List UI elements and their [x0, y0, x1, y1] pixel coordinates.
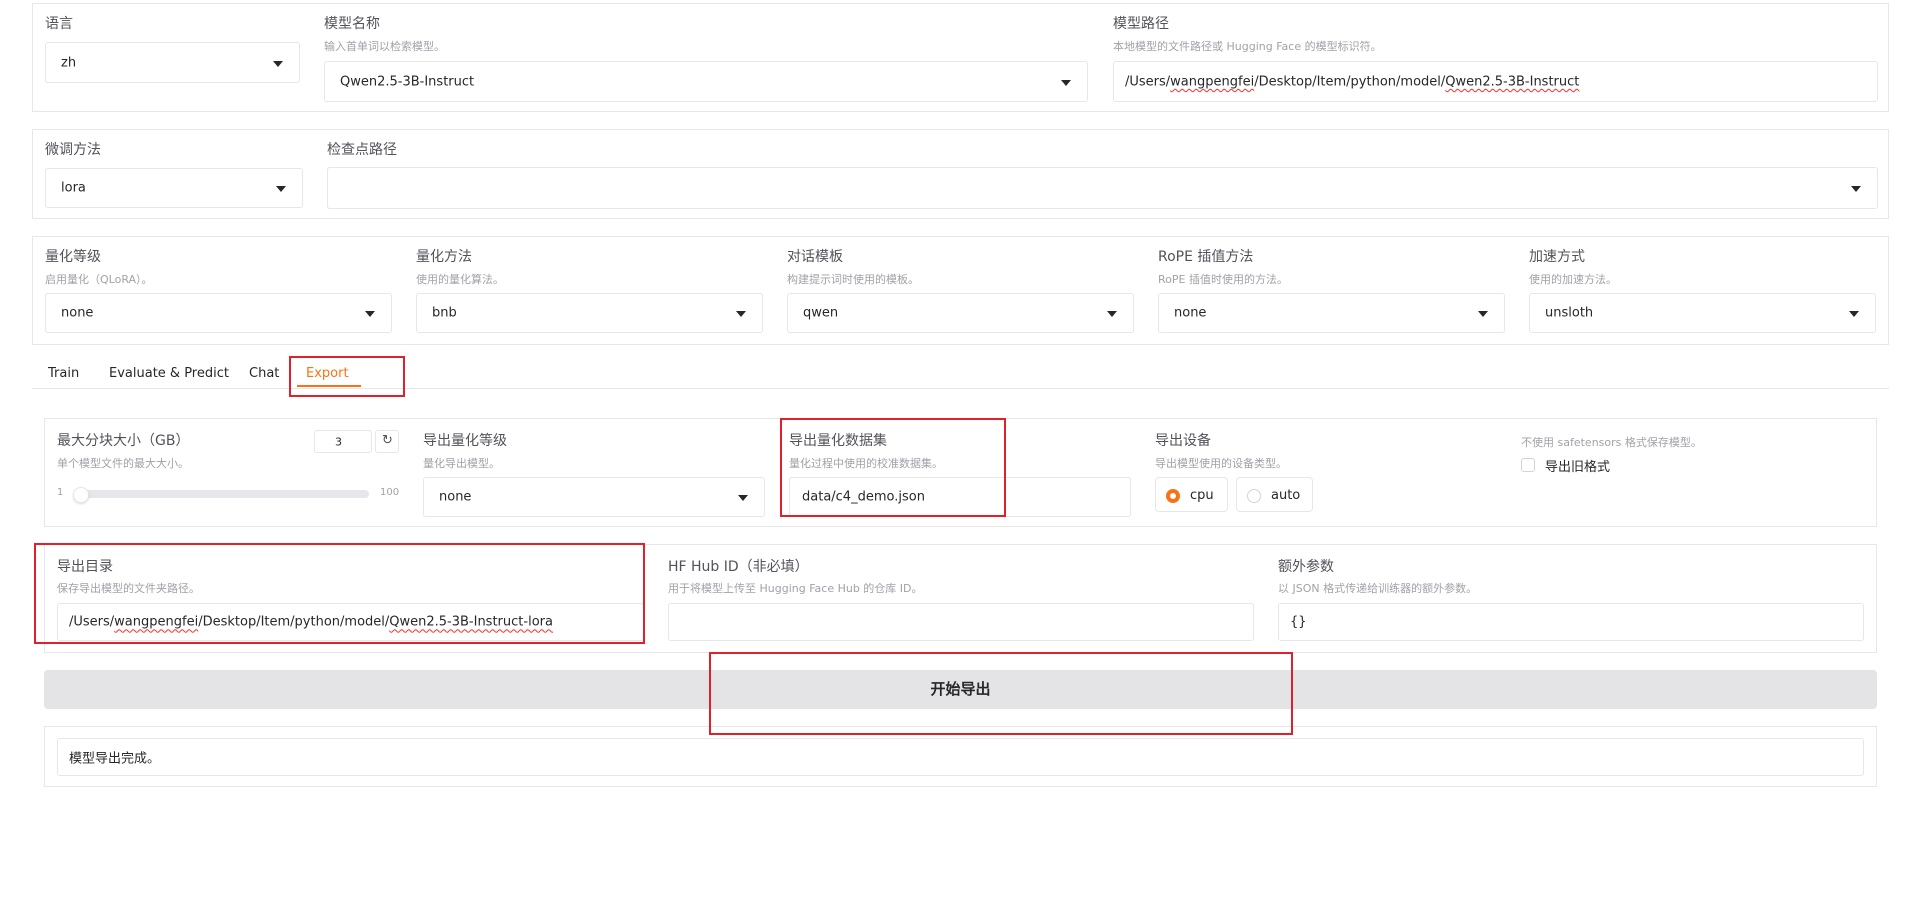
booster-dropdown[interactable]: unsloth — [1529, 293, 1876, 333]
export-legacy-checkbox[interactable] — [1521, 458, 1535, 472]
hub-id-input[interactable] — [668, 603, 1254, 641]
language-dropdown[interactable]: zh — [45, 42, 300, 83]
quant-method-info: 使用的量化算法。 — [416, 273, 504, 286]
export-dir-input[interactable]: /Users/wangpengfei/Desktop/Item/python/m… — [57, 603, 644, 641]
chevron-down-icon — [738, 495, 748, 501]
export-quant-dataset-label: 导出量化数据集 — [789, 433, 887, 449]
template-label: 对话模板 — [787, 249, 843, 265]
rope-dropdown[interactable]: none — [1158, 293, 1505, 333]
quant-bit-label: 量化等级 — [45, 249, 101, 265]
model-path-input[interactable]: /Users/wangpengfei/Desktop/Item/python/m… — [1113, 61, 1878, 102]
tab-bar-divider — [32, 388, 1889, 389]
shard-size-reset-button[interactable]: ↻ — [375, 430, 399, 453]
chevron-down-icon — [1478, 311, 1488, 317]
shard-size-value: 3 — [335, 435, 342, 448]
reset-icon: ↻ — [382, 433, 393, 448]
extra-args-label: 额外参数 — [1278, 559, 1334, 575]
extra-args-input[interactable]: {} — [1278, 603, 1864, 641]
shard-size-info: 单个模型文件的最大大小。 — [57, 457, 189, 470]
device-auto-label: auto — [1271, 488, 1301, 503]
export-quant-dataset-value: data/c4_demo.json — [802, 489, 925, 505]
tab-train[interactable]: Train — [48, 366, 79, 381]
shard-size-max: 100 — [380, 487, 400, 498]
quant-bit-dropdown[interactable]: none — [45, 293, 392, 333]
model-name-label: 模型名称 — [324, 16, 380, 32]
booster-value: unsloth — [1545, 305, 1594, 321]
device-option-auto[interactable]: auto — [1236, 477, 1313, 512]
quant-method-dropdown[interactable]: bnb — [416, 293, 763, 333]
chevron-down-icon — [276, 186, 286, 192]
hub-id-info: 用于将模型上传至 Hugging Face Hub 的仓库 ID。 — [668, 582, 923, 595]
output-textbox[interactable]: 模型导出完成。 — [57, 738, 1864, 776]
export-quant-bit-dropdown[interactable]: none — [423, 477, 765, 517]
model-name-info: 输入首单词以检索模型。 — [324, 40, 445, 53]
finetune-method-value: lora — [61, 180, 86, 196]
finetune-method-dropdown[interactable]: lora — [45, 168, 303, 208]
hub-id-label: HF Hub ID（非必填） — [668, 559, 809, 575]
model-path-label: 模型路径 — [1113, 16, 1169, 32]
language-label: 语言 — [45, 16, 73, 32]
tab-export[interactable]: Export — [306, 366, 349, 381]
radio-unselected-icon — [1247, 489, 1261, 503]
chevron-down-icon — [1107, 311, 1117, 317]
export-dir-value: /Users/wangpengfei/Desktop/Item/python/m… — [69, 614, 553, 630]
export-quant-bit-info: 量化导出模型。 — [423, 457, 500, 470]
export-quant-bit-label: 导出量化等级 — [423, 433, 507, 449]
checkpoint-label: 检查点路径 — [327, 142, 397, 158]
extra-args-info: 以 JSON 格式传递给训练器的额外参数。 — [1278, 582, 1478, 595]
quant-bit-info: 启用量化（QLoRA）。 — [45, 273, 153, 286]
shard-size-min: 1 — [57, 487, 64, 498]
shard-size-slider-track[interactable] — [74, 490, 369, 498]
quant-method-label: 量化方法 — [416, 249, 472, 265]
extra-args-value: {} — [1290, 614, 1307, 630]
chevron-down-icon — [1849, 311, 1859, 317]
export-dir-info: 保存导出模型的文件夹路径。 — [57, 582, 200, 595]
export-device-info: 导出模型使用的设备类型。 — [1155, 457, 1287, 470]
active-tab-underline — [297, 385, 361, 387]
quant-bit-value: none — [61, 305, 94, 321]
chevron-down-icon — [1061, 79, 1071, 86]
model-name-dropdown[interactable]: Qwen2.5-3B-Instruct — [324, 61, 1088, 102]
quant-method-value: bnb — [432, 305, 457, 321]
export-quant-dataset-info: 量化过程中使用的校准数据集。 — [789, 457, 943, 470]
template-value: qwen — [803, 305, 839, 321]
rope-info: RoPE 插值时使用的方法。 — [1158, 273, 1288, 286]
model-path-value: /Users/wangpengfei/Desktop/Item/python/m… — [1125, 74, 1580, 89]
output-value: 模型导出完成。 — [69, 751, 161, 767]
rope-value: none — [1174, 305, 1207, 321]
shard-size-label: 最大分块大小（GB） — [57, 433, 190, 449]
chevron-down-icon — [1851, 186, 1861, 192]
booster-label: 加速方式 — [1529, 249, 1585, 265]
finetune-method-label: 微调方法 — [45, 142, 101, 158]
checkpoint-dropdown[interactable] — [327, 167, 1878, 209]
shard-size-number-input[interactable]: 3 — [314, 430, 372, 453]
chevron-down-icon — [273, 60, 283, 67]
export-device-label: 导出设备 — [1155, 433, 1211, 449]
shard-size-slider-thumb[interactable] — [73, 487, 89, 503]
booster-info: 使用的加速方法。 — [1529, 273, 1617, 286]
chevron-down-icon — [736, 311, 746, 317]
start-export-button[interactable] — [44, 670, 1877, 709]
chevron-down-icon — [365, 311, 375, 317]
tab-chat[interactable]: Chat — [249, 366, 279, 381]
tab-evaluate-predict[interactable]: Evaluate & Predict — [109, 366, 229, 381]
rope-label: RoPE 插值方法 — [1158, 249, 1254, 265]
export-quant-dataset-input[interactable]: data/c4_demo.json — [789, 477, 1131, 517]
radio-selected-icon — [1166, 489, 1180, 503]
export-legacy-info: 不使用 safetensors 格式保存模型。 — [1521, 436, 1702, 449]
export-legacy-label[interactable]: 导出旧格式 — [1545, 456, 1610, 475]
export-quant-bit-value: none — [439, 489, 472, 505]
language-value: zh — [61, 55, 77, 70]
template-dropdown[interactable]: qwen — [787, 293, 1134, 333]
device-option-cpu[interactable]: cpu — [1155, 477, 1228, 512]
template-info: 构建提示词时使用的模板。 — [787, 273, 919, 286]
model-name-value: Qwen2.5-3B-Instruct — [340, 74, 475, 89]
export-dir-label: 导出目录 — [57, 559, 113, 575]
model-path-info: 本地模型的文件路径或 Hugging Face 的模型标识符。 — [1113, 40, 1382, 53]
device-cpu-label: cpu — [1190, 488, 1214, 503]
